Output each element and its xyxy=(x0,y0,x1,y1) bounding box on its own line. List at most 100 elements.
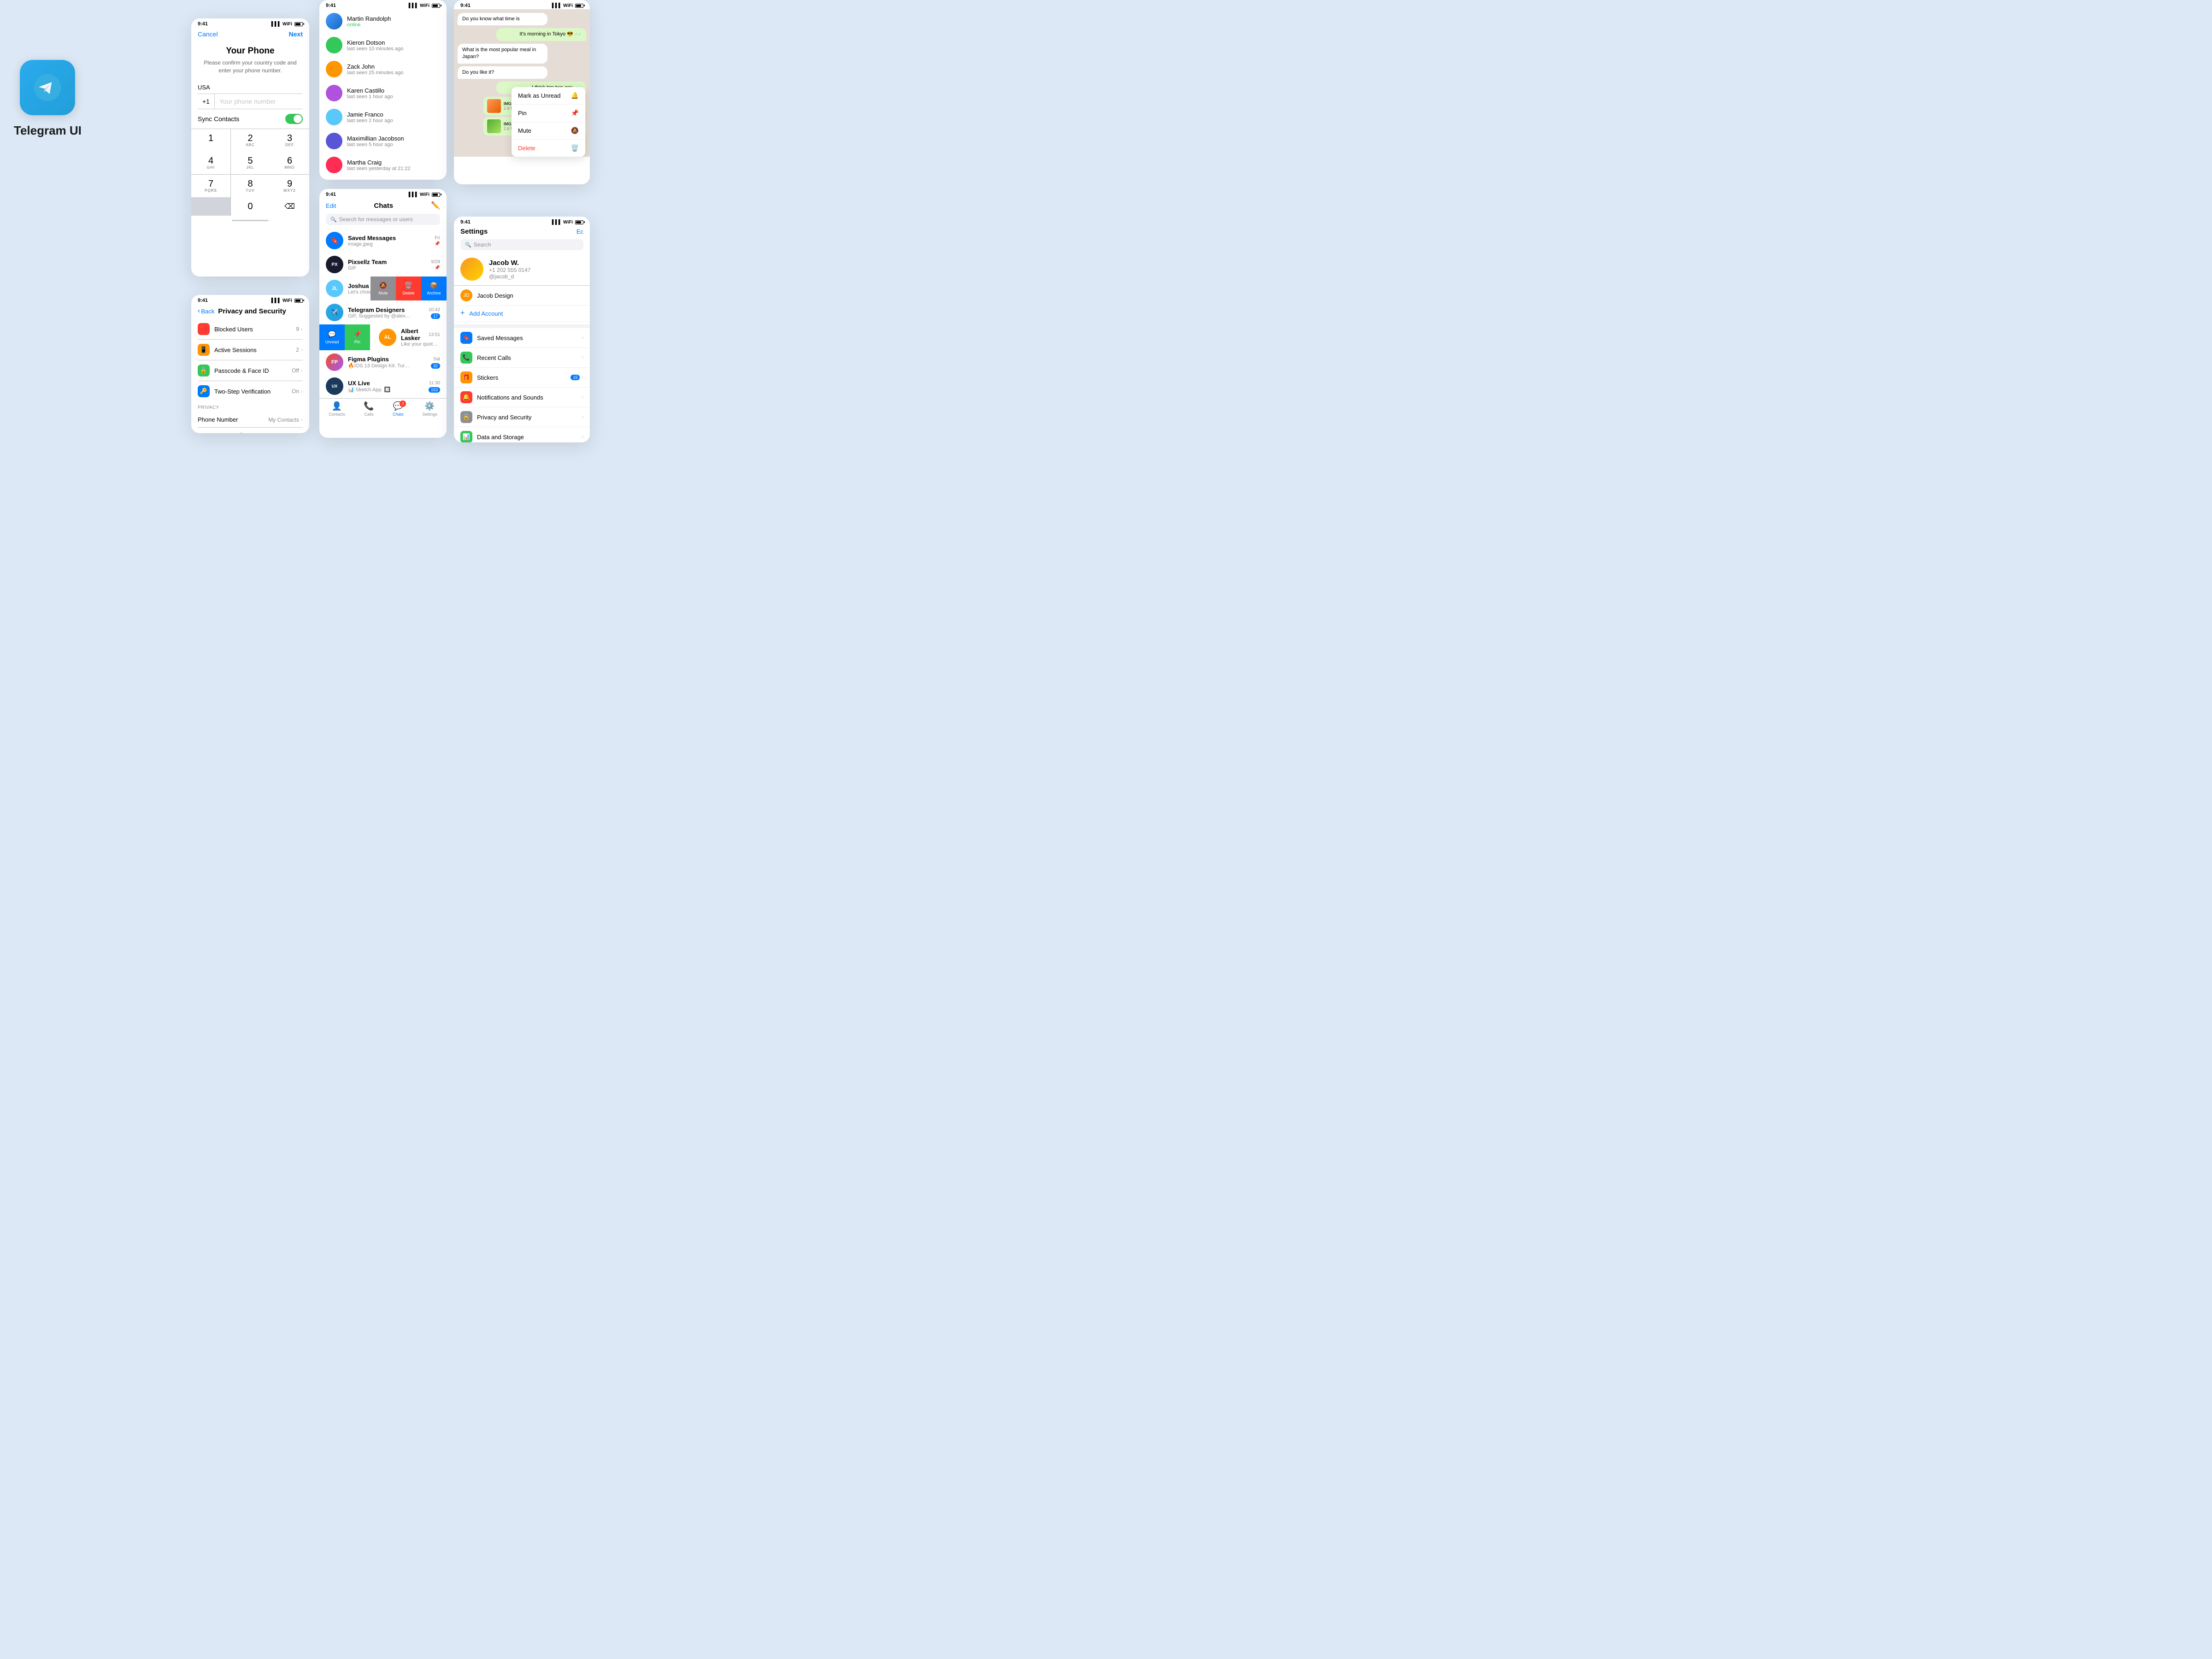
settings-menu: 🔖 Saved Messages › 📞 Recent Calls › 🎁 St… xyxy=(454,324,590,442)
blocked-users-item[interactable]: 🚫 Blocked Users 9 › xyxy=(198,319,303,340)
settings-icon-chats: ⚙️ xyxy=(424,401,435,411)
key-5[interactable]: 5JKL xyxy=(231,152,270,174)
privacy-security-menu[interactable]: 🔒 Privacy and Security › xyxy=(454,407,590,427)
active-sessions-item[interactable]: 📱 Active Sessions 2 › xyxy=(198,340,303,360)
contact-item-0[interactable]: Martin Randolph online xyxy=(319,9,447,33)
back-button[interactable]: ‹ Back xyxy=(198,307,214,315)
sync-toggle[interactable] xyxy=(285,114,303,124)
unread-action[interactable]: 💬 Unread xyxy=(319,324,345,350)
2fa-item[interactable]: 🔑 Two-Step Verification On › xyxy=(198,381,303,401)
keypad-grid: 1 2ABC 3DEF 4GHI 5JKL 6MNO 7PQRS 8TUV 9W… xyxy=(191,129,309,216)
contact-item-3[interactable]: Karen Castillo last seen 1 hour ago xyxy=(319,81,447,105)
ctx-delete[interactable]: Delete 🗑️ xyxy=(512,140,585,157)
delete-action[interactable]: 🗑️ Delete xyxy=(396,276,421,300)
last-seen-privacy-item[interactable]: Last Seen & Online Nobody (+14) › xyxy=(198,428,303,433)
contact-item-2[interactable]: Zack John last seen 25 minutes ago xyxy=(319,57,447,81)
chat-item-pixsellz[interactable]: PX Pixsellz Team 9/29 GIF 📌 xyxy=(319,253,447,276)
add-account-button[interactable]: + Add Account xyxy=(454,306,590,322)
status-bar-phone: 9:41 ▌▌▌ WiFi xyxy=(191,18,309,28)
pin-action[interactable]: 📌 Pin xyxy=(345,324,370,350)
key-7[interactable]: 7PQRS xyxy=(191,175,230,197)
notifications-menu[interactable]: 🔔 Notifications and Sounds › xyxy=(454,388,590,407)
key-3[interactable]: 3DEF xyxy=(270,129,309,152)
key-1[interactable]: 1 xyxy=(191,129,230,152)
compose-button[interactable]: ✏️ xyxy=(431,201,440,210)
img-thumb-1 xyxy=(487,119,501,133)
status-time-chats: 9:41 xyxy=(326,192,336,197)
uxlive-time: 11:30 xyxy=(429,381,440,386)
chats-tab-contacts[interactable]: 👤 Contacts xyxy=(329,401,345,417)
contact-item-1[interactable]: Kieron Dotson last seen 10 minutes ago xyxy=(319,33,447,57)
data-storage-menu[interactable]: 📊 Data and Storage › xyxy=(454,427,590,442)
contact-status-3: last seen 1 hour ago xyxy=(347,94,440,100)
chat-item-uxlive[interactable]: UX UX Live 11:30 📊 Sketch App. 🔲 153 xyxy=(319,374,447,398)
chat-item-figma[interactable]: FP Figma Plugins Sat 🔥IOS 13 Design Kit.… xyxy=(319,350,447,374)
cancel-button[interactable]: Cancel xyxy=(198,30,218,38)
ctx-mute-icon: 🔕 xyxy=(571,127,579,135)
phone-number-privacy-chevron: › xyxy=(301,417,303,423)
settings-search-bar[interactable]: 🔍 Search xyxy=(460,239,583,250)
chats-tab-chats[interactable]: 💬 2 Chats xyxy=(393,401,404,417)
chats-search-bar[interactable]: 🔍 Search for messages or users xyxy=(326,214,440,225)
country-code[interactable]: +1 xyxy=(198,94,215,109)
settings-edit-button[interactable]: Ec xyxy=(577,228,583,235)
key-delete[interactable]: ⌫ xyxy=(270,197,309,216)
chats-tab-calls[interactable]: 📞 Calls xyxy=(364,401,374,417)
status-bar-chat: 9:41 ▌▌▌ WiFi xyxy=(454,0,590,9)
last-seen-privacy-chevron: › xyxy=(301,432,303,434)
contact-avatar-2 xyxy=(326,61,342,77)
chat-item-albert[interactable]: 💬 Unread 📌 Pin AL Albert Lasker 13:51 Li… xyxy=(319,324,447,350)
key-6[interactable]: 6MNO xyxy=(270,152,309,174)
contact-info-4: Jamie Franco last seen 2 hour ago xyxy=(347,111,440,124)
next-button[interactable]: Next xyxy=(289,30,303,38)
mute-action[interactable]: 🔕 Mute xyxy=(371,276,396,300)
jacob-design-label: Jacob Design xyxy=(477,292,583,299)
key-9[interactable]: 9WXYZ xyxy=(270,175,309,197)
chats-tab-settings[interactable]: ⚙️ Settings xyxy=(422,401,437,417)
phone-number-input[interactable]: Your phone number xyxy=(215,94,303,109)
contact-item-5[interactable]: Maximillian Jacobson last seen 5 hour ag… xyxy=(319,129,447,153)
ctx-pin-label: Pin xyxy=(518,110,527,117)
profile-card[interactable]: Jacob W. +1 202 555 0147 @jacob_d xyxy=(454,255,590,285)
archive-action[interactable]: 📦 Archive xyxy=(421,276,447,300)
phone-number-privacy-item[interactable]: Phone Number My Contacts › xyxy=(198,412,303,428)
key-8[interactable]: 8TUV xyxy=(231,175,270,197)
contact-info-3: Karen Castillo last seen 1 hour ago xyxy=(347,87,440,100)
contact-name-0: Martin Randolph xyxy=(347,15,440,22)
blocked-users-icon: 🚫 xyxy=(198,323,210,335)
key-2[interactable]: 2ABC xyxy=(231,129,270,152)
recent-calls-menu[interactable]: 📞 Recent Calls › xyxy=(454,348,590,368)
chat-item-joshua[interactable]: JL Joshua Lawrence Sun Let's choose the … xyxy=(319,276,447,300)
chat-item-saved[interactable]: 🔖 Saved Messages Fri image.jpeg 📌 xyxy=(319,229,447,253)
chat-content-uxlive: UX Live 11:30 📊 Sketch App. 🔲 153 xyxy=(348,380,440,393)
passcode-item[interactable]: 🔒 Passcode & Face ID Off › xyxy=(198,360,303,381)
status-icons-contacts: ▌▌▌ WiFi xyxy=(409,3,440,8)
stickers-chevron: › xyxy=(582,375,583,380)
msg-1: It's morning in Tokyo 😎 ✓✓ xyxy=(496,28,586,41)
ctx-mark-unread[interactable]: Mark as Unread 🔔 xyxy=(512,87,585,105)
phone-input-row[interactable]: +1 Your phone number xyxy=(198,94,303,109)
archive-icon: 📦 xyxy=(430,282,438,289)
chats-edit-button[interactable]: Edit xyxy=(326,202,336,209)
contact-item-4[interactable]: Jamie Franco last seen 2 hour ago xyxy=(319,105,447,129)
albert-unread-pin-actions: 💬 Unread 📌 Pin xyxy=(319,324,370,350)
stickers-menu[interactable]: 🎁 Stickers 15 › xyxy=(454,368,590,388)
chat-item-telegram-designers[interactable]: ✈️ Telegram Designers 10:42 GIF, Suggest… xyxy=(319,300,447,324)
saved-messages-menu[interactable]: 🔖 Saved Messages › xyxy=(454,328,590,348)
telegram-designers-preview: GIF, Suggested by @alex_21 xyxy=(348,313,412,319)
jacob-design-account[interactable]: JD Jacob Design xyxy=(454,286,590,306)
phone-number-privacy-label: Phone Number xyxy=(198,416,238,423)
privacy-subsection: PRIVACY Phone Number My Contacts › Last … xyxy=(191,401,309,433)
contact-info-5: Maximillian Jacobson last seen 5 hour ag… xyxy=(347,135,440,147)
saved-messages-menu-icon: 🔖 xyxy=(460,332,472,344)
contact-item-6[interactable]: Martha Craig last seen yesterday at 21:2… xyxy=(319,153,447,177)
ctx-mute[interactable]: Mute 🔕 xyxy=(512,122,585,140)
chat-header-figma: Figma Plugins Sat xyxy=(348,356,440,363)
2fa-chevron: › xyxy=(301,388,303,394)
contact-item-7[interactable]: Tabitha Potter last seen recently xyxy=(319,177,447,180)
key-0[interactable]: 0 xyxy=(231,197,270,216)
ctx-pin[interactable]: Pin 📌 xyxy=(512,105,585,122)
chat-content-telegram-designers: Telegram Designers 10:42 GIF, Suggested … xyxy=(348,306,440,319)
passcode-icon: 🔒 xyxy=(198,365,210,377)
key-4[interactable]: 4GHI xyxy=(191,152,230,174)
